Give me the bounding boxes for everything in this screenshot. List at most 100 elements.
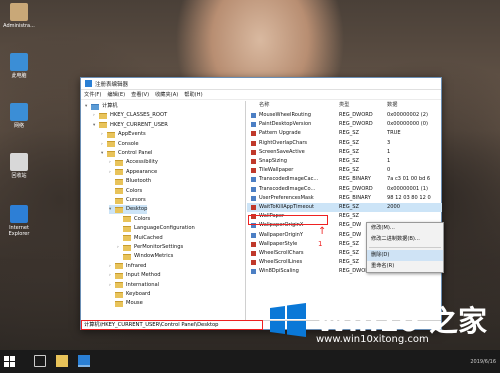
- folder-icon: [107, 131, 115, 138]
- value-type: REG_SZ: [339, 139, 359, 146]
- desktop-icon-label: Internet Explorer: [8, 225, 30, 237]
- string-value-icon: [251, 131, 256, 137]
- desktop-icon[interactable]: Internet Explorer: [2, 205, 36, 237]
- tree-item[interactable]: ▾ 计算机: [85, 102, 118, 111]
- menu-favorites[interactable]: 收藏夹(A): [155, 91, 178, 98]
- tree-item[interactable]: Cursors: [109, 196, 146, 205]
- expand-toggle-icon[interactable]: ›: [117, 243, 122, 252]
- value-data: TRUE: [387, 130, 401, 137]
- tree-item-label: Colors: [126, 187, 143, 194]
- desktop-icon[interactable]: 此电脑: [2, 53, 36, 79]
- folder-icon: [115, 300, 123, 307]
- desktop-icon[interactable]: 网络: [2, 103, 36, 129]
- menu-edit[interactable]: 编辑(E): [107, 91, 125, 98]
- values-pane: 名称 类型 数据 MouseWheelRouting REG_DWORD 0x000…: [247, 101, 442, 322]
- tree-item-label: Infrared: [126, 262, 147, 269]
- value-type: REG_SZ: [339, 204, 359, 210]
- string-value-icon: [251, 149, 256, 155]
- expand-toggle-icon[interactable]: ›: [109, 158, 114, 167]
- tree-item[interactable]: WindowMetrics: [117, 252, 173, 261]
- registry-value-row[interactable]: TranscodedImageCac... REG_BINARY 7a c3 01 …: [247, 175, 442, 184]
- tree-item-label: Control Panel: [118, 150, 153, 156]
- tree-item[interactable]: › HKEY_CLASSES_ROOT: [93, 111, 167, 120]
- registry-value-row[interactable]: RightOverlapChars REG_SZ 3: [247, 139, 442, 148]
- menu-view[interactable]: 查看(V): [131, 91, 149, 98]
- registry-value-row[interactable]: TranscodedImageCo... REG_DWORD 0x00000001 …: [247, 185, 442, 194]
- expand-toggle-icon[interactable]: ›: [101, 140, 106, 149]
- task-view-icon[interactable]: [34, 355, 46, 367]
- tree-item[interactable]: LanguageConfiguration: [117, 224, 195, 233]
- tree-item[interactable]: ▾ Control Panel: [101, 149, 152, 158]
- expand-toggle-icon[interactable]: ▾: [109, 205, 114, 214]
- menu-bar: 文件(F) 编辑(E) 查看(V) 收藏夹(A) 帮助(H): [81, 90, 441, 100]
- tree-item[interactable]: Colors: [109, 187, 142, 196]
- column-header-data[interactable]: 数据: [387, 101, 397, 110]
- expand-toggle-icon[interactable]: ›: [101, 130, 106, 139]
- tree-item[interactable]: › Console: [101, 140, 139, 149]
- start-button[interactable]: [4, 356, 15, 367]
- windows-logo-icon: [270, 303, 306, 337]
- tree-item[interactable]: ▾ Desktop: [109, 205, 148, 215]
- value-name: TileWallpaper: [259, 167, 294, 174]
- arrow-up-icon: ↑: [318, 226, 327, 237]
- folder-icon: [99, 122, 107, 129]
- desktop-icon-glyph: [10, 103, 28, 121]
- tree-item-label: Mouse: [126, 300, 143, 307]
- watermark-url: www.win10xitong.com: [316, 334, 429, 345]
- expand-toggle-icon[interactable]: ›: [109, 281, 114, 290]
- column-header-name[interactable]: 名称: [259, 101, 269, 110]
- registry-value-row[interactable]: PaintDesktopVersion REG_DWORD 0x00000000 (…: [247, 120, 442, 129]
- title-bar[interactable]: 注册表编辑器: [81, 78, 441, 90]
- tree-item[interactable]: Mouse: [109, 299, 143, 308]
- desktop-icon-glyph: [10, 153, 28, 171]
- menu-item-modify-binary[interactable]: 修改二进制数据(B)...: [367, 234, 443, 245]
- value-type: REG_SZ: [339, 148, 359, 155]
- watermark: Win10 之家 www.win10xitong.com: [268, 296, 500, 356]
- tree-item[interactable]: › International: [109, 281, 159, 290]
- tree-item[interactable]: Keyboard: [109, 290, 150, 299]
- expand-toggle-icon[interactable]: ›: [109, 168, 114, 177]
- expand-toggle-icon[interactable]: ▾: [101, 149, 106, 158]
- registry-value-row[interactable]: MouseWheelRouting REG_DWORD 0x00000002 (2): [247, 111, 442, 120]
- tree-item[interactable]: › Input Method: [109, 271, 161, 280]
- expand-toggle-icon[interactable]: ▾: [85, 102, 90, 111]
- regedit-taskbar-icon[interactable]: [78, 355, 90, 367]
- expand-toggle-icon[interactable]: ›: [93, 111, 98, 120]
- menu-file[interactable]: 文件(F): [84, 91, 101, 98]
- folder-icon: [115, 206, 123, 213]
- value-name: WaitToKillAppTimeout: [259, 204, 314, 210]
- tree-item[interactable]: › Infrared: [109, 262, 146, 271]
- tree-item[interactable]: Colors: [117, 215, 150, 224]
- tree-item[interactable]: › PerMonitorSettings: [117, 243, 183, 252]
- desktop-icon-glyph: [10, 53, 28, 71]
- folder-icon: [107, 150, 115, 157]
- desktop-icon[interactable]: Administra...: [2, 3, 36, 29]
- tree-item[interactable]: › Accessibility: [109, 158, 158, 167]
- menu-item-delete[interactable]: 删除(D): [367, 250, 443, 261]
- registry-value-row[interactable]: Pattern Upgrade REG_SZ TRUE: [247, 129, 442, 138]
- expand-toggle-icon[interactable]: ›: [109, 271, 114, 280]
- registry-value-row[interactable]: ScreenSaveActive REG_SZ 1: [247, 148, 442, 157]
- expand-toggle-icon[interactable]: ▾: [93, 121, 98, 130]
- tree-item[interactable]: ▾ HKEY_CURRENT_USER: [93, 121, 168, 130]
- window-title: 注册表编辑器: [95, 81, 129, 88]
- tree-item[interactable]: › AppEvents: [101, 130, 146, 139]
- registry-value-row[interactable]: SnapSizing REG_SZ 1: [247, 157, 442, 166]
- menu-help[interactable]: 帮助(H): [184, 91, 202, 98]
- value-data: 0x00000000 (0): [387, 121, 429, 128]
- registry-value-row[interactable]: TileWallpaper REG_SZ 0: [247, 166, 442, 175]
- registry-value-row[interactable]: UserPreferencesMask REG_BINARY 98 12 03 80…: [247, 194, 442, 203]
- tree-item[interactable]: Bluetooth: [109, 177, 151, 186]
- taskbar: [0, 350, 500, 373]
- tree-item[interactable]: › Appearance: [109, 168, 157, 177]
- expand-toggle-icon[interactable]: ›: [109, 262, 114, 271]
- value-data: 0x00000001 (1): [387, 185, 429, 192]
- registry-value-row[interactable]: WaitToKillAppTimeout REG_SZ 2000: [247, 203, 442, 213]
- tree-item[interactable]: MuiCached: [117, 234, 163, 243]
- tree-item-label: International: [126, 281, 160, 288]
- file-explorer-icon[interactable]: [56, 355, 68, 367]
- menu-item-rename[interactable]: 重命名(R): [367, 261, 443, 272]
- menu-item-modify[interactable]: 修改(M)...: [367, 223, 443, 234]
- column-header-type[interactable]: 类型: [339, 101, 349, 110]
- desktop-icon[interactable]: 回收站: [2, 153, 36, 179]
